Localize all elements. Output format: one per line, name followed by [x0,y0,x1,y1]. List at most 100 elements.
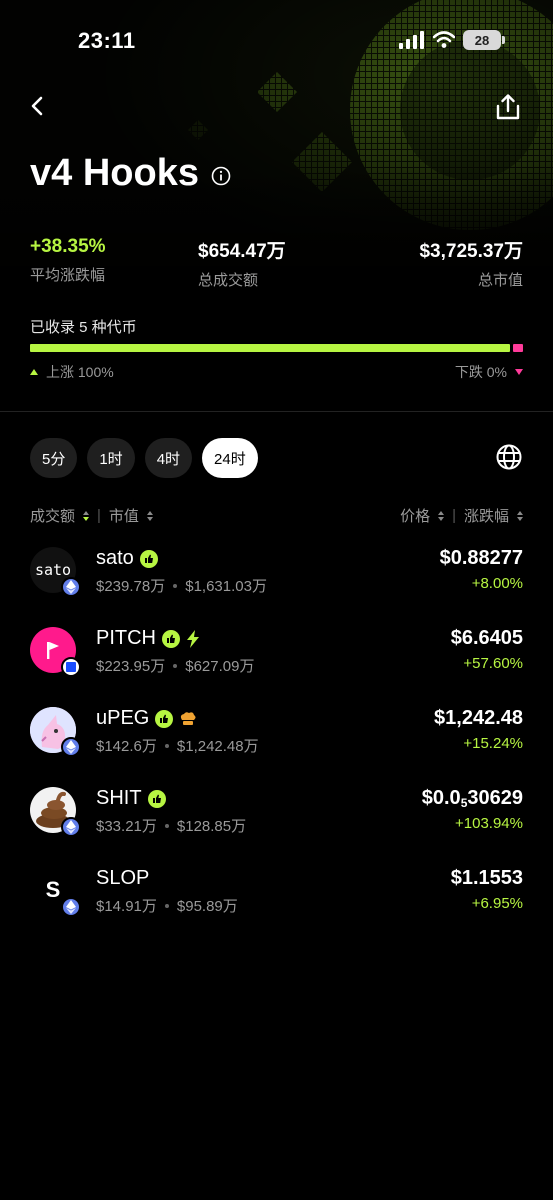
token-change: +8.00% [471,575,523,592]
avatar-text: sato [34,561,72,579]
tab-1h[interactable]: 1时 [87,438,135,478]
status-bar: 23:11 28 [0,0,553,80]
token-price: $1,242.48 [434,707,523,729]
info-icon[interactable] [211,166,231,186]
avatar-text: S [45,877,61,902]
sort-arrows-icon [146,510,153,521]
ethereum-icon [61,897,81,917]
token-name: SLOP [96,867,150,889]
tab-24h[interactable]: 24时 [202,438,258,478]
verified-badge-icon [139,549,158,568]
lightning-icon [187,629,199,648]
token-sub-info: $239.78万 $1,631.03万 [96,575,267,596]
token-row-pitch[interactable]: PITCH $223.95万 $627.09万 $6.6405 +57.60% [30,623,523,703]
stat-total-mcap-label: 总市值 [477,272,523,289]
token-price: $0.0530629 [422,787,523,810]
page-title: v4 Hooks [30,152,199,194]
token-volume: $239.78万 [96,578,166,595]
battery-indicator: 28 [463,30,505,50]
token-name-row: uPEG [96,707,197,730]
token-name-row: sato [96,547,158,570]
token-price: $1.1553 [450,867,523,889]
flag-icon [47,642,59,659]
token-name: sato [96,547,134,569]
sort-separator: | [97,507,101,524]
stat-total-mcap-value: $3,725.37万 [419,241,523,262]
token-mcap: $128.85万 [176,818,247,835]
token-row-shit[interactable]: SHIT $33.21万 $128.85万 $0.0530629 +103.94… [30,783,523,863]
sort-arrows-icon [438,510,445,521]
wifi-icon [433,31,455,48]
ratio-up-label: 上涨 100% [30,362,114,382]
token-change: +103.94% [455,815,523,832]
token-name: PITCH [96,627,156,649]
timeframe-tabs: 5分 1时 4时 24时 [30,438,258,478]
verified-badge-icon [162,629,180,648]
stats-summary: +38.35% 平均涨跌幅 $654.47万 总成交额 $3,725.37万 总… [30,236,523,289]
status-icons: 28 [399,30,505,50]
separator-dot [164,823,169,828]
sort-separator: | [452,507,456,524]
sort-price[interactable]: 价格 [400,505,430,526]
token-list: sato sato $239.78万 $1,631.03万 $0.88277 +… [30,543,523,943]
ratio-down-segment [513,344,523,352]
sort-change[interactable]: 涨跌幅 [464,505,509,526]
separator-dot [164,743,169,748]
back-arrow-icon[interactable] [24,92,52,120]
token-change: +6.95% [471,895,523,912]
verified-badge-icon [147,789,166,808]
token-volume: $223.95万 [96,658,166,675]
separator-dot [173,663,178,668]
stat-avg-change-label: 平均涨跌幅 [30,267,106,284]
status-time: 23:11 [78,28,136,53]
token-sub-info: $33.21万 $128.85万 [96,815,246,836]
token-row-slop[interactable]: S SLOP $14.91万 $95.89万 $1.1553 +6.95% [30,863,523,943]
ethereum-icon [61,577,81,597]
token-change: +57.60% [463,655,523,672]
stat-total-volume: $654.47万 总成交额 [198,236,286,290]
token-mcap: $1,631.03万 [185,578,267,595]
token-sub-info: $14.91万 $95.89万 [96,895,238,916]
tab-4h[interactable]: 4时 [144,438,193,478]
ethereum-icon [61,737,81,757]
token-volume: $14.91万 [96,898,157,915]
token-price-prefix: $0.0 [421,787,461,809]
token-name: uPEG [96,707,150,729]
ratio-up-segment [30,344,510,352]
ratio-up-text: 上涨 100% [46,364,114,380]
title-row: v4 Hooks [30,152,231,195]
up-down-ratio-bar [30,344,523,352]
sort-header: 成交额 | 市值 价格 | 涨跌幅 [30,505,523,525]
separator-dot [164,903,169,908]
section-divider [0,411,553,412]
chef-hat-icon [181,711,196,725]
sort-arrows-icon [83,510,90,521]
verified-badge-icon [155,709,174,728]
tab-5m[interactable]: 5分 [30,438,78,478]
cellular-signal-icon [399,31,424,49]
token-row-upeg[interactable]: uPEG $142.6万 $1,242.48万 $1,242.48 +15.24… [30,703,523,783]
token-row-sato[interactable]: sato sato $239.78万 $1,631.03万 $0.88277 +… [30,543,523,623]
share-icon[interactable] [493,92,523,122]
token-mcap: $95.89万 [176,898,238,915]
listed-count: 已收录 5 种代币 [30,319,137,336]
token-change: +15.24% [463,735,523,752]
sort-arrows-icon [517,510,523,521]
token-name-row: SHIT [96,787,166,810]
base-icon [61,657,81,677]
sort-right: 价格 | 涨跌幅 [400,505,523,526]
token-price: $0.88277 [439,547,523,569]
sort-left: 成交额 | 市值 [30,505,153,526]
stat-total-volume-label: 总成交额 [198,272,259,289]
sort-mcap[interactable]: 市值 [109,505,139,526]
token-volume: $142.6万 [96,738,157,755]
ratio-down-label: 下跌 0% [455,362,523,382]
triangle-up-icon [30,369,38,375]
token-name: SHIT [96,787,142,809]
stat-avg-change-value: +38.35% [30,236,106,257]
stat-total-mcap: $3,725.37万 总市值 [419,236,523,290]
token-price: $6.6405 [450,627,523,649]
globe-icon[interactable] [495,443,523,471]
sort-volume[interactable]: 成交额 [30,505,75,526]
token-price-digits: 30629 [467,787,523,809]
